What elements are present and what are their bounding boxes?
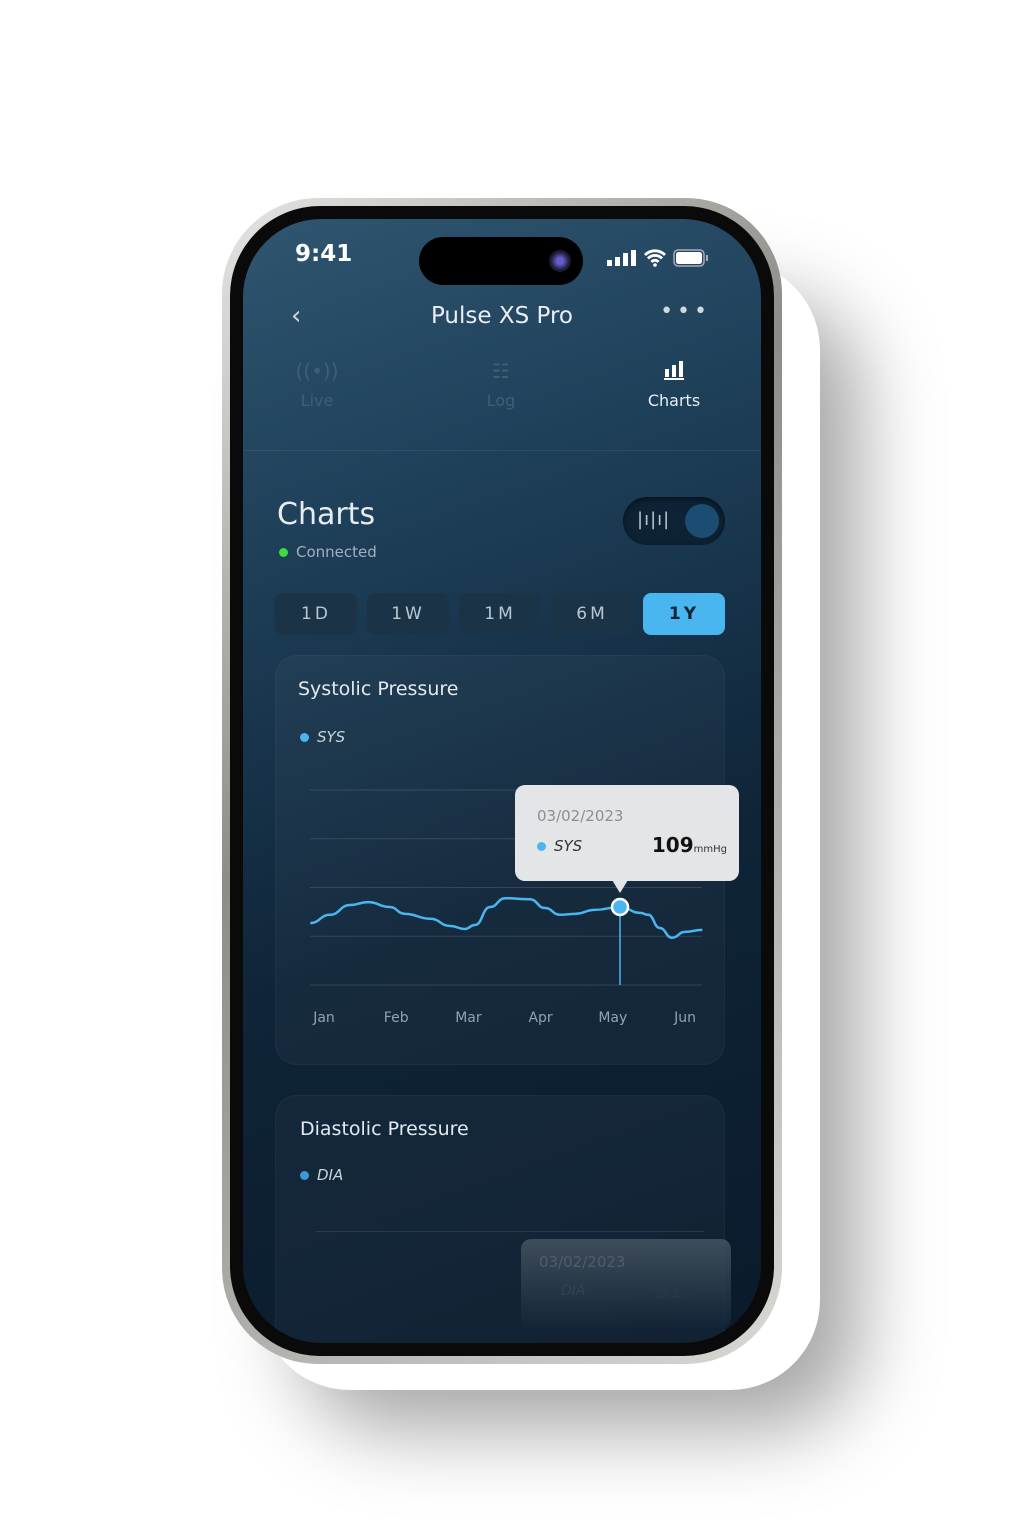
diastolic-tooltip: 03/02/2023 DIA 91 (521, 1239, 731, 1329)
screen: 9:41 ‹ Pulse XS Pro ••• ((•)) Live ☷ Log C… (243, 219, 761, 1343)
tooltip-pointer (612, 880, 629, 893)
value-unit: mmHg (693, 844, 727, 855)
tooltip-value: 91 (655, 1279, 683, 1303)
x-tick-label: Feb (384, 1010, 409, 1026)
x-tick-label: Apr (528, 1010, 552, 1026)
tooltip-series: SYS (537, 837, 582, 855)
chart-tooltip: 03/02/2023 SYS 109mmHg (515, 785, 739, 881)
legend: DIA (300, 1166, 343, 1184)
tooltip-date: 03/02/2023 (537, 807, 624, 825)
x-tick-label: Jun (673, 1010, 696, 1026)
series-label: SYS (554, 837, 583, 855)
phone-frame: 9:41 ‹ Pulse XS Pro ••• ((•)) Live ☷ Log C… (222, 198, 782, 1364)
tooltip-date: 03/02/2023 (539, 1253, 626, 1271)
x-tick-label: May (598, 1010, 627, 1026)
series-dot (537, 841, 546, 851)
card-title: Diastolic Pressure (300, 1118, 469, 1140)
highlight-point (610, 897, 630, 917)
legend-dot (300, 1170, 309, 1180)
x-tick-label: Mar (455, 1010, 482, 1026)
sys-line (310, 896, 703, 939)
tooltip-value: 109mmHg (652, 833, 727, 857)
x-tick-label: Jan (312, 1010, 335, 1026)
tooltip-series: DIA (561, 1283, 586, 1299)
gridline (316, 1231, 704, 1232)
value-number: 109 (651, 833, 694, 857)
legend-label: DIA (317, 1166, 344, 1184)
